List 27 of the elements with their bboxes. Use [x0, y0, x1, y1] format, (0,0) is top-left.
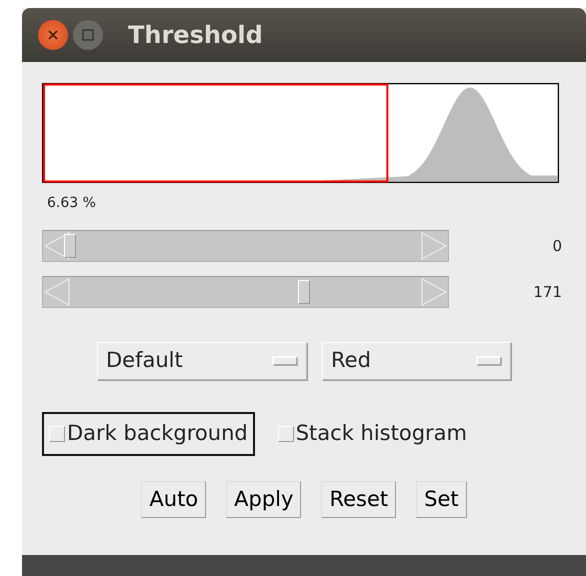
- checkbox-box[interactable]: [49, 426, 65, 442]
- right-arrow-icon[interactable]: [420, 231, 448, 261]
- dialog-button[interactable]: Reset: [321, 481, 396, 518]
- dropdown[interactable]: Red: [322, 342, 511, 380]
- dialog-button[interactable]: Apply: [226, 481, 302, 518]
- checkbox[interactable]: Dark background: [42, 412, 255, 456]
- checkbox[interactable]: Stack histogram: [272, 412, 472, 456]
- dropdown-indicator-icon: [272, 356, 298, 366]
- maximize-icon: [82, 29, 94, 41]
- slider-thumb[interactable]: [64, 234, 76, 258]
- dialog-button[interactable]: Set: [416, 481, 467, 518]
- dropdown-indicator-icon: [476, 356, 502, 366]
- close-icon: [47, 29, 59, 41]
- slider[interactable]: [42, 230, 449, 262]
- left-arrow-icon[interactable]: [43, 277, 71, 307]
- maximize-button[interactable]: [73, 20, 103, 50]
- slider-thumb[interactable]: [298, 280, 310, 304]
- slider-value: 171: [533, 282, 562, 303]
- percent-label: 6.63 %: [47, 194, 97, 213]
- dialog-button[interactable]: Auto: [141, 481, 206, 518]
- slider-value: 0: [552, 236, 562, 257]
- close-button[interactable]: [38, 20, 68, 50]
- checkbox-box[interactable]: [278, 426, 294, 442]
- right-arrow-icon[interactable]: [420, 277, 448, 307]
- dropdown[interactable]: Default: [97, 342, 307, 380]
- window-title: Threshold: [128, 20, 263, 51]
- slider[interactable]: [42, 276, 449, 308]
